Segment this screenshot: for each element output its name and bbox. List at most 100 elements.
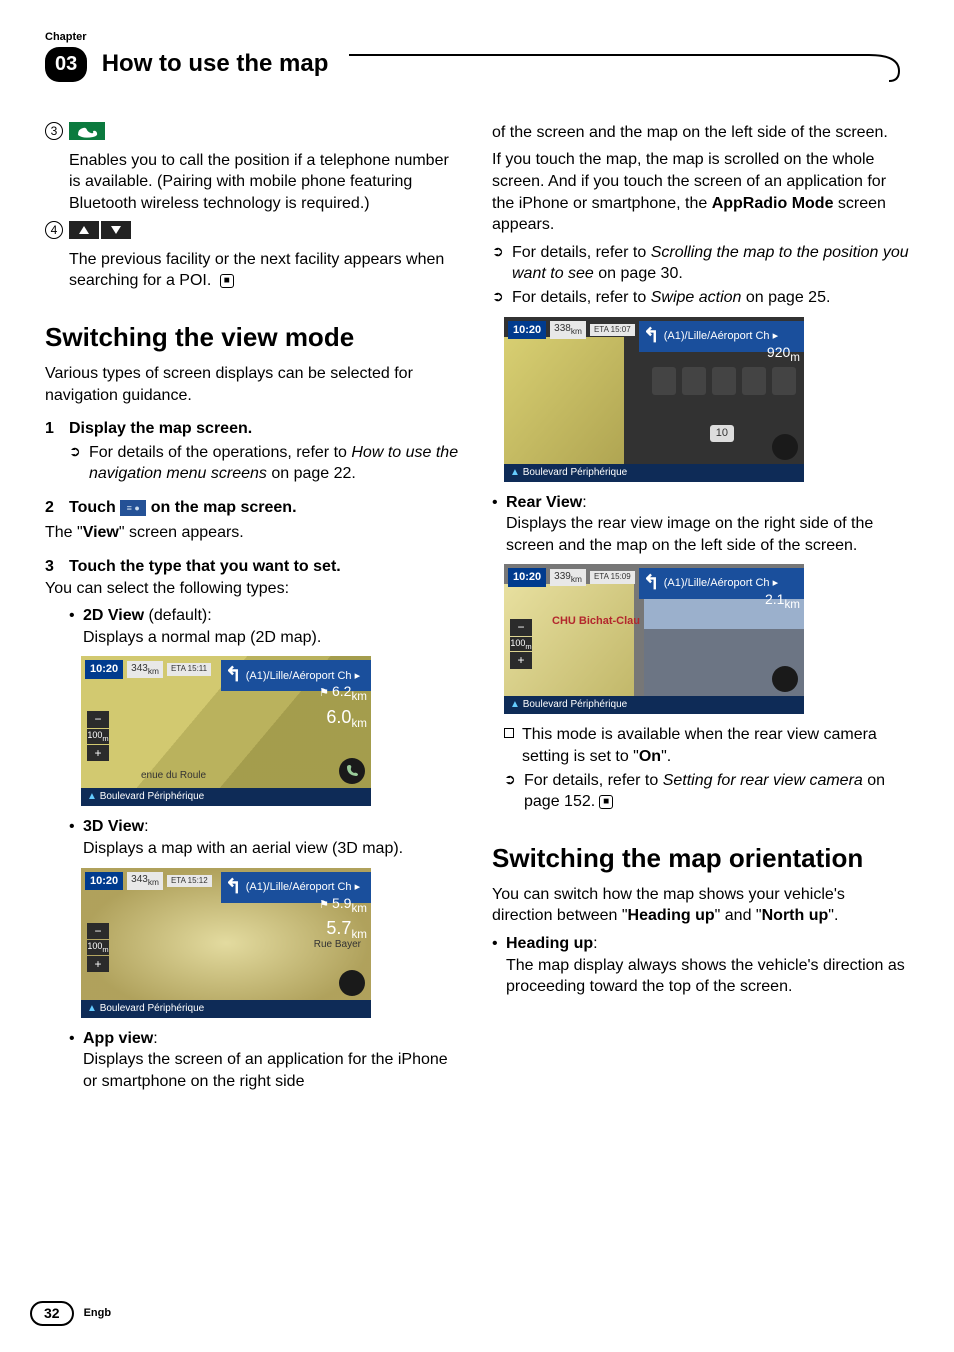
step-1-ref-text: For details of the operations, refer to …	[89, 442, 462, 485]
rear-view-note: This mode is available when the rear vie…	[504, 724, 909, 767]
section1-intro: Various types of screen displays can be …	[45, 363, 462, 406]
screenshot-2d-view: 10:20 343km ETA 15:11 ↰ (A1)/Lille/Aérop…	[81, 656, 371, 806]
map-poi-label: CHU Bichat-Clau	[552, 614, 640, 629]
map-turn-distance: 2.1km	[765, 590, 800, 613]
note-square-icon	[504, 728, 514, 738]
reference-rear-camera: ➲ For details, refer to Setting for rear…	[504, 770, 909, 813]
map-time: 10:20	[85, 660, 123, 679]
view-type-2d: • 2D View (default): Displays a normal m…	[69, 605, 462, 648]
item-number-3: 3	[45, 122, 63, 140]
step-3-intro: You can select the following types:	[45, 578, 462, 600]
nav-down-icon	[101, 221, 131, 239]
view-type-label: App view	[83, 1030, 153, 1047]
app-view-continued-2: If you touch the map, the map is scrolle…	[492, 149, 909, 235]
reference-arrow-icon: ➲	[492, 287, 512, 309]
orientation-label: Heading up	[506, 935, 593, 952]
view-type-label: 2D View	[83, 607, 144, 624]
item-4-body: The previous facility or the next facili…	[69, 251, 444, 290]
view-type-desc: Displays a normal map (2D map).	[83, 629, 321, 646]
reference-arrow-icon: ➲	[69, 442, 89, 485]
map-turn-distance: ⚑ 5.9km 5.7km	[319, 894, 367, 943]
end-section-icon: ■	[599, 795, 613, 809]
view-type-desc: Displays the rear view image on the righ…	[506, 515, 873, 554]
turn-arrow-icon: ↰	[225, 662, 242, 689]
step-number: 2	[45, 497, 69, 519]
chapter-label: Chapter	[45, 30, 909, 45]
chapter-header: 03 How to use the map	[45, 47, 909, 82]
nav-up-icon	[69, 221, 99, 239]
view-type-app: • App view: Displays the screen of an ap…	[69, 1028, 462, 1093]
item-number-4: 4	[45, 221, 63, 239]
step-2-result: The "View" screen appears.	[45, 522, 462, 544]
map-bottom-bar: ▲ Boulevard Périphérique	[81, 1000, 371, 1018]
view-type-rear: • Rear View: Displays the rear view imag…	[492, 492, 909, 557]
map-distance: 339km	[550, 569, 586, 586]
map-distance: 338km	[550, 321, 586, 338]
step-2: 2 Touch ≡ ● on the map screen.	[45, 497, 462, 519]
step-3: 3 Touch the type that you want to set.	[45, 556, 462, 578]
map-street-label: enue du Roule	[141, 769, 206, 783]
map-turn-distance: 920m	[767, 343, 800, 366]
speed-indicator: 10	[710, 425, 734, 442]
orientation-heading-up: • Heading up: The map display always sho…	[492, 933, 909, 998]
map-eta: ETA 15:12	[167, 875, 212, 888]
map-bottom-bar: ▲ Boulevard Périphérique	[504, 464, 804, 482]
map-time: 10:20	[85, 872, 123, 891]
map-street-label: Rue Bayer	[314, 938, 361, 952]
item-4: 4	[45, 221, 462, 239]
reference-swipe-action: ➲ For details, refer to Swipe action on …	[492, 287, 909, 309]
step-1-reference: ➲ For details of the operations, refer t…	[69, 442, 462, 485]
map-zoom-control: −100m+	[510, 619, 532, 669]
header-curve-decoration	[349, 47, 909, 83]
screenshot-app-view: 10:20 338km ETA 15:07 ↰ (A1)/Lille/Aérop…	[504, 317, 804, 482]
language-code: Engb	[84, 1306, 112, 1321]
turn-arrow-icon: ↰	[643, 323, 660, 350]
turn-arrow-icon: ↰	[643, 570, 660, 597]
end-section-icon: ■	[220, 274, 234, 288]
phone-call-icon	[69, 122, 105, 140]
app-grid-icons	[652, 367, 796, 395]
section2-intro: You can switch how the map shows your ve…	[492, 884, 909, 927]
item-3: 3	[45, 122, 462, 140]
item-4-text: The previous facility or the next facili…	[69, 249, 462, 292]
step-2-text: Touch ≡ ● on the map screen.	[69, 497, 297, 519]
screenshot-3d-view: 10:20 343km ETA 15:12 ↰ (A1)/Lille/Aérop…	[81, 868, 371, 1018]
reference-arrow-icon: ➲	[492, 242, 512, 285]
section-switching-orientation: Switching the map orientation	[492, 841, 909, 876]
view-type-3d: • 3D View: Displays a map with an aerial…	[69, 816, 462, 859]
screenshot-rear-view: CHU Bichat-Clau 10:20 339km ETA 15:09 ↰ …	[504, 564, 804, 714]
map-time: 10:20	[508, 568, 546, 587]
map-time: 10:20	[508, 321, 546, 340]
map-zoom-control: −100m+	[87, 711, 109, 761]
section-switching-view-mode: Switching the view mode	[45, 320, 462, 355]
map-call-icon	[339, 758, 365, 784]
app-view-continued-1: of the screen and the map on the left si…	[492, 122, 909, 144]
orientation-desc: The map display always shows the vehicle…	[506, 957, 905, 996]
view-type-desc: Displays the screen of an application fo…	[83, 1051, 448, 1090]
view-type-desc: Displays a map with an aerial view (3D m…	[83, 840, 403, 857]
prev-next-nav-icon	[69, 221, 133, 239]
reference-arrow-icon: ➲	[504, 770, 524, 813]
page-footer: 32 Engb	[30, 1301, 111, 1326]
map-call-icon	[339, 970, 365, 996]
step-number: 3	[45, 556, 69, 578]
map-turn-distance: ⚑ 6.2km 6.0km	[319, 682, 367, 731]
step-1: 1 Display the map screen.	[45, 418, 462, 440]
map-bottom-bar: ▲ Boulevard Périphérique	[81, 788, 371, 806]
map-distance: 343km	[127, 872, 163, 889]
step-number: 1	[45, 418, 69, 440]
step-1-text: Display the map screen.	[69, 418, 252, 440]
item-3-text: Enables you to call the position if a te…	[69, 150, 462, 215]
turn-arrow-icon: ↰	[225, 874, 242, 901]
left-column: 3 Enables you to call the position if a …	[45, 122, 462, 1093]
map-zoom-control: −100m+	[87, 923, 109, 973]
map-menu-touch-icon: ≡ ●	[120, 500, 146, 516]
chapter-title: How to use the map	[102, 48, 329, 80]
map-eta: ETA 15:09	[590, 571, 635, 584]
right-column: of the screen and the map on the left si…	[492, 122, 909, 1093]
chapter-number-badge: 03	[45, 47, 87, 82]
map-eta: ETA 15:11	[167, 663, 211, 676]
page-number: 32	[30, 1301, 74, 1326]
map-eta: ETA 15:07	[590, 324, 635, 337]
map-bottom-bar: ▲ Boulevard Périphérique	[504, 696, 804, 714]
